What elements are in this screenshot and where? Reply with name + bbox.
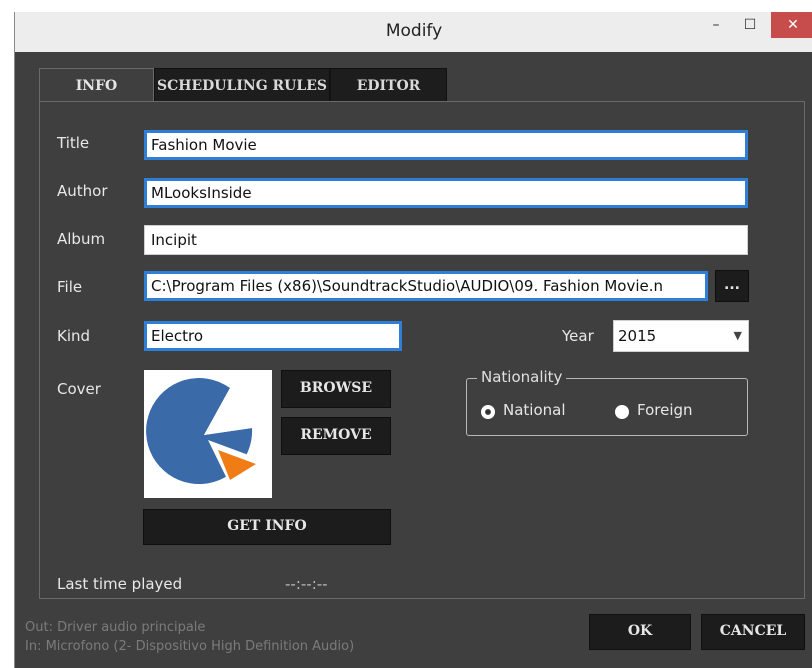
tab-editor[interactable]: EDITOR (330, 68, 447, 102)
tab-scheduling-rules[interactable]: SCHEDULING RULES (154, 68, 330, 102)
file-label: File (57, 278, 83, 296)
audio-in-status: In: Microfono (2- Dispositivo High Defin… (25, 639, 355, 654)
nationality-group: Nationality National Foreign (466, 368, 748, 436)
author-label: Author (57, 182, 108, 200)
get-info-button[interactable]: GET INFO (143, 509, 391, 545)
foreign-label[interactable]: Foreign (637, 401, 693, 419)
close-button[interactable]: ✕ (771, 12, 812, 38)
kind-label: Kind (57, 327, 91, 345)
browse-cover-button[interactable]: BROWSE (281, 370, 391, 408)
kind-field[interactable]: Electro (144, 321, 402, 351)
national-label[interactable]: National (503, 401, 566, 419)
title-bar: Modify – ☐ ✕ (15, 12, 812, 52)
remove-cover-button[interactable]: REMOVE (281, 417, 391, 455)
maximize-button[interactable]: ☐ (737, 12, 763, 38)
title-field[interactable]: Fashion Movie (144, 130, 748, 160)
foreign-radio[interactable] (615, 405, 629, 419)
last-played-label: Last time played (57, 575, 183, 593)
minimize-button[interactable]: – (703, 12, 729, 38)
nationality-legend: Nationality (477, 368, 567, 386)
file-browse-button[interactable]: ... (715, 270, 749, 302)
audio-out-status: Out: Driver audio principale (25, 620, 206, 635)
year-value: 2015 (618, 327, 657, 345)
author-field[interactable]: MLooksInside (144, 178, 748, 208)
album-field[interactable]: Incipit (144, 225, 748, 255)
cover-image (144, 370, 272, 498)
chevron-down-icon: ▼ (733, 329, 742, 342)
year-select[interactable]: 2015 ▼ (613, 320, 749, 352)
window-title: Modify (385, 21, 443, 41)
cancel-button[interactable]: CANCEL (701, 614, 805, 650)
year-label: Year (562, 327, 594, 345)
tab-info[interactable]: INFO (39, 68, 154, 102)
ok-button[interactable]: OK (589, 614, 691, 650)
national-radio[interactable] (481, 405, 495, 419)
pie-chart-logo (146, 378, 262, 485)
title-label: Title (57, 134, 90, 152)
last-played-value: --:--:-- (285, 575, 328, 593)
file-path-field[interactable]: C:\Program Files (x86)\SoundtrackStudio\… (144, 271, 708, 301)
modify-dialog: Modify – ☐ ✕ INFO SCHEDULING RULES EDITO… (14, 12, 812, 668)
album-label: Album (57, 230, 106, 248)
cover-label: Cover (57, 380, 101, 398)
